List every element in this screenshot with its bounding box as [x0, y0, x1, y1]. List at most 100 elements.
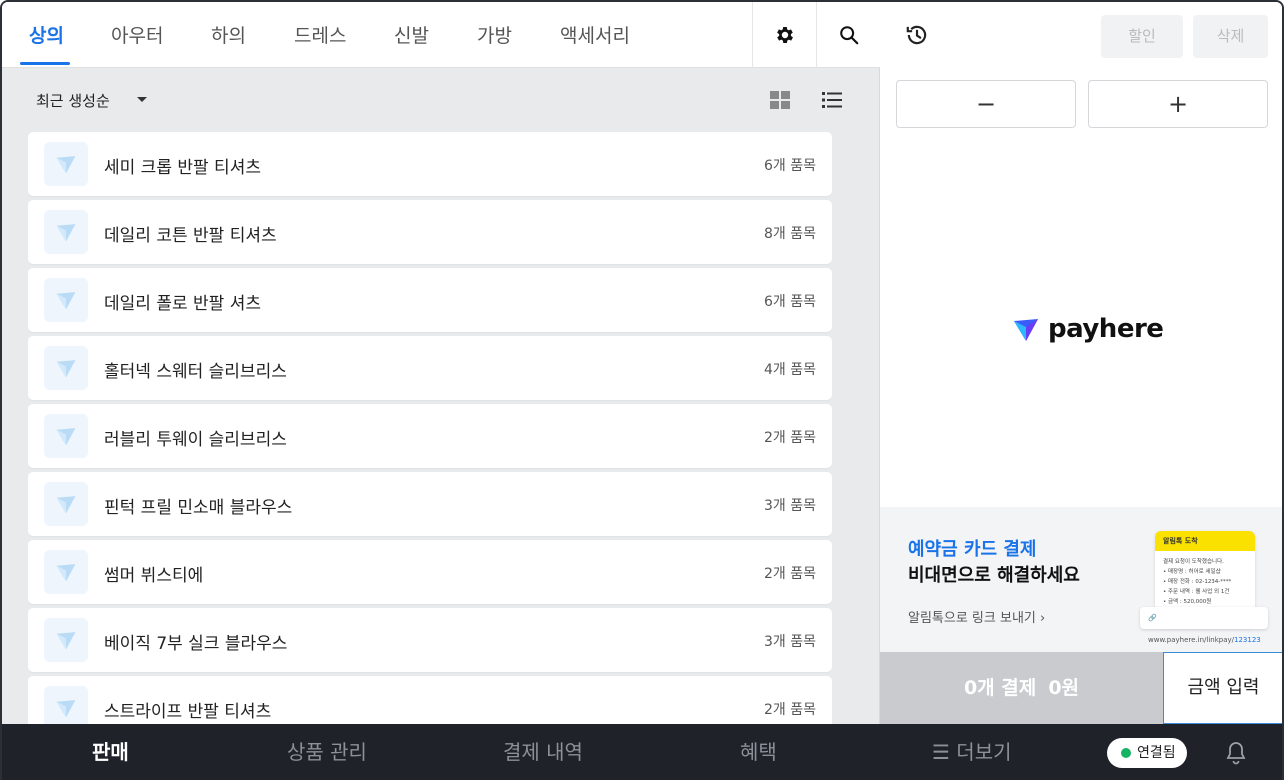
- product-count: 2개 품목: [764, 702, 816, 718]
- product-name: 러블리 투웨이 슬리브리스: [104, 430, 287, 450]
- list-view-button[interactable]: [820, 88, 844, 112]
- product-count: 3개 품목: [764, 498, 816, 514]
- history-button[interactable]: [904, 22, 934, 52]
- nav-more-label: 더보기: [956, 740, 1012, 764]
- product-item[interactable]: 베이직 7부 실크 블라우스 3개 품목: [28, 608, 832, 672]
- pay-button[interactable]: 0개 결제 0원: [880, 652, 1163, 724]
- nav-benefits[interactable]: 혜택: [740, 724, 777, 780]
- search-button[interactable]: [816, 2, 880, 68]
- tab-dresses[interactable]: 드레스: [294, 2, 346, 68]
- product-panel: 상의 아우터 하의 드레스 신발 가방 액세서리 최근 생성순 세미 크롭 반팔…: [2, 2, 880, 724]
- pay-count: 0개 결제: [963, 677, 1037, 699]
- product-placeholder-icon: [56, 224, 76, 242]
- connection-status-label: 연결됨: [1137, 745, 1176, 761]
- product-thumbnail: [44, 210, 88, 254]
- promo-card-line: • 매장 전화 : 02-1234-****: [1163, 579, 1232, 585]
- promo-link[interactable]: 알림톡으로 링크 보내기 ›: [908, 607, 1045, 626]
- tab-bags[interactable]: 가방: [477, 2, 512, 68]
- product-thumbnail: [44, 550, 88, 594]
- product-name: 썸머 뷔스티에: [104, 566, 204, 586]
- status-dot-icon: [1121, 748, 1131, 758]
- settings-button[interactable]: [752, 2, 816, 68]
- product-name: 데일리 코튼 반팔 티셔츠: [104, 226, 277, 246]
- nav-payments[interactable]: 결제 내역: [503, 724, 583, 780]
- caret-down-icon[interactable]: [137, 97, 147, 102]
- product-name: 홀터넥 스웨터 슬리브리스: [104, 362, 287, 382]
- product-name: 핀턱 프릴 민소매 블라우스: [104, 498, 293, 518]
- category-tabs: 상의 아우터 하의 드레스 신발 가방 액세서리: [2, 2, 880, 68]
- bell-icon: [1226, 742, 1246, 765]
- discount-button[interactable]: 할인: [1101, 15, 1183, 58]
- promo-card-line: • 금액 : 520,000원: [1163, 599, 1212, 605]
- promo-card-body: 결제 요청이 도착했습니다. • 매장명 : 허어로 세일샵 • 매장 전화 :…: [1155, 551, 1255, 613]
- sort-bar: 최근 생성순: [2, 68, 880, 130]
- delete-button[interactable]: 삭제: [1193, 15, 1268, 58]
- increase-button[interactable]: +: [1088, 80, 1268, 128]
- product-placeholder-icon: [56, 360, 76, 378]
- amount-input-button[interactable]: 금액 입력: [1163, 652, 1282, 724]
- product-placeholder-icon: [56, 564, 76, 582]
- product-name: 스트라이프 반팔 티셔츠: [104, 702, 272, 722]
- nav-sales[interactable]: 판매: [92, 724, 129, 780]
- tab-bottoms[interactable]: 하의: [211, 2, 246, 68]
- connection-status-badge: 연결됨: [1107, 738, 1187, 768]
- sort-dropdown[interactable]: 최근 생성순: [36, 90, 110, 111]
- product-item[interactable]: 썸머 뷔스티에 2개 품목: [28, 540, 832, 604]
- search-icon: [839, 26, 858, 45]
- nav-products[interactable]: 상품 관리: [287, 724, 367, 780]
- promo-card-title: 알림톡 도착: [1155, 531, 1255, 551]
- product-placeholder-icon: [56, 428, 76, 446]
- product-item[interactable]: 핀턱 프릴 민소매 블라우스 3개 품목: [28, 472, 832, 536]
- product-name: 데일리 폴로 반팔 셔츠: [104, 294, 261, 314]
- product-count: 8개 품목: [764, 226, 816, 242]
- product-name: 베이직 7부 실크 블라우스: [104, 634, 288, 654]
- menu-icon: ☰: [932, 740, 950, 764]
- promo-card-line: 결제 요청이 도착했습니다.: [1163, 559, 1224, 565]
- grid-view-button[interactable]: [768, 88, 792, 112]
- product-placeholder-icon: [56, 632, 76, 650]
- product-count: 6개 품목: [764, 294, 816, 310]
- payhere-logo-text: payhere: [1048, 314, 1164, 344]
- product-thumbnail: [44, 414, 88, 458]
- product-item[interactable]: 세미 크롭 반팔 티셔츠 6개 품목: [28, 132, 832, 196]
- product-name: 세미 크롭 반팔 티셔츠: [104, 158, 261, 178]
- history-icon: [906, 25, 927, 45]
- nav-more[interactable]: ☰ 더보기: [932, 724, 1012, 780]
- active-tab-indicator: [20, 62, 70, 65]
- product-item[interactable]: 스트라이프 반팔 티셔츠 2개 품목: [28, 676, 832, 724]
- decrease-button[interactable]: −: [896, 80, 1076, 128]
- pay-amount: 0원: [1048, 677, 1080, 699]
- product-placeholder-icon: [56, 496, 76, 514]
- promo-url-code: 123123: [1234, 636, 1261, 644]
- product-thumbnail: [44, 278, 88, 322]
- promo-subtitle: 비대면으로 해결하세요: [908, 565, 1080, 586]
- promo-url-prefix: www.payhere.in/linkpay/: [1148, 636, 1234, 644]
- product-count: 6개 품목: [764, 158, 816, 174]
- gear-icon: [776, 27, 793, 43]
- product-thumbnail: [44, 686, 88, 724]
- tab-accessories[interactable]: 액세서리: [560, 2, 630, 68]
- promo-card-line: • 매장명 : 허어로 세일샵: [1163, 569, 1221, 575]
- payhere-logo: payhere: [1012, 312, 1172, 346]
- product-placeholder-icon: [56, 292, 76, 310]
- product-placeholder-icon: [56, 700, 76, 718]
- tab-tops[interactable]: 상의: [29, 2, 64, 68]
- tab-outerwear[interactable]: 아우터: [111, 2, 163, 68]
- payhere-logo-icon: [1014, 319, 1038, 341]
- promo-url: 🔗 www.payhere.in/linkpay/123123: [1140, 607, 1268, 644]
- product-thumbnail: [44, 346, 88, 390]
- product-placeholder-icon: [56, 156, 76, 174]
- product-count: 2개 품목: [764, 430, 816, 446]
- promo-title: 예약금 카드 결제: [908, 539, 1037, 560]
- product-item[interactable]: 데일리 폴로 반팔 셔츠 6개 품목: [28, 268, 832, 332]
- link-icon: 🔗: [1148, 614, 1157, 622]
- product-list: 세미 크롭 반팔 티셔츠 6개 품목 데일리 코튼 반팔 티셔츠 8개 품목 데일리 폴…: [28, 132, 832, 724]
- notifications-button[interactable]: [1224, 740, 1248, 766]
- product-item[interactable]: 데일리 코튼 반팔 티셔츠 8개 품목: [28, 200, 832, 264]
- promo-card-line: • 주문 내역 : 웰 사업 외 1건: [1163, 589, 1230, 595]
- product-item[interactable]: 러블리 투웨이 슬리브리스 2개 품목: [28, 404, 832, 468]
- promo-banner[interactable]: 예약금 카드 결제 비대면으로 해결하세요 알림톡으로 링크 보내기 › 알림톡…: [880, 507, 1282, 652]
- tab-shoes[interactable]: 신발: [394, 2, 429, 68]
- product-item[interactable]: 홀터넥 스웨터 슬리브리스 4개 품목: [28, 336, 832, 400]
- product-count: 3개 품목: [764, 634, 816, 650]
